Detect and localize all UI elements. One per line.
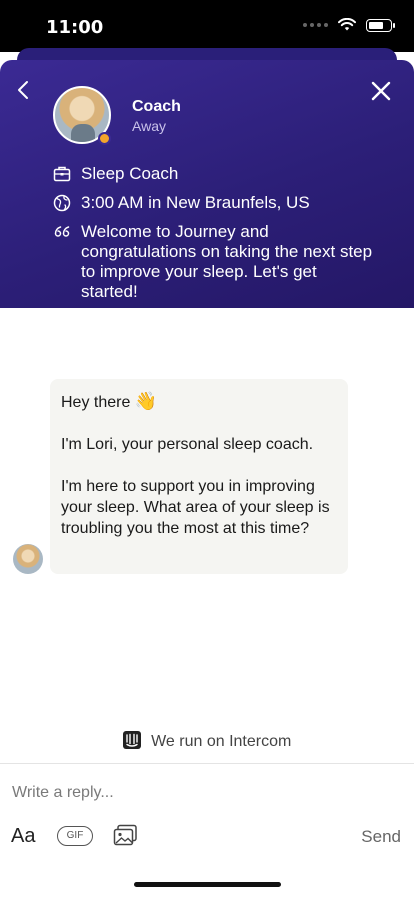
quote-icon [54, 226, 70, 237]
text-format-button[interactable]: Aa [11, 825, 35, 848]
coach-local-time: 3:00 AM in New Braunfels, US [81, 193, 310, 212]
gif-button[interactable]: GIF [57, 826, 93, 846]
conversation-header: Coach Away Sleep Coach 3:00 AM in New Br… [0, 60, 414, 308]
status-time: 11:00 [46, 17, 104, 38]
home-indicator [134, 882, 281, 887]
status-bar: 11:00 [0, 0, 414, 52]
away-status-dot [98, 132, 111, 145]
welcome-message: Welcome to Journey and congratulations o… [81, 222, 373, 301]
coach-name: Coach [132, 98, 181, 115]
powered-by-text: We run on Intercom [151, 733, 292, 750]
message-intro: I'm Lori, your personal sleep coach. [61, 436, 314, 453]
message-list[interactable]: Hey there 👋 I'm Lori, your personal slee… [0, 308, 414, 728]
composer-toolbar: Aa GIF Send [0, 822, 414, 852]
status-icons [303, 18, 395, 32]
local-time-row: 3:00 AM in New Braunfels, US [53, 193, 310, 213]
message-greeting: Hey there [61, 394, 131, 411]
wifi-icon [338, 18, 356, 31]
reply-input[interactable] [10, 778, 404, 808]
image-attach-icon[interactable] [113, 824, 139, 848]
briefcase-icon [53, 166, 71, 182]
sender-avatar [13, 544, 43, 574]
close-button[interactable] [370, 80, 392, 102]
coach-presence: Away [132, 118, 166, 134]
waving-hand-emoji: 👋 [134, 391, 158, 411]
message-question: I'm here to support you in improving you… [61, 478, 330, 537]
message-greeting-line: Hey there 👋 [61, 391, 338, 413]
message-bubble: Hey there 👋 I'm Lori, your personal slee… [50, 379, 348, 574]
battery-icon [366, 18, 395, 32]
composer-divider [0, 763, 414, 764]
role-row: Sleep Coach [53, 164, 178, 184]
globe-icon [53, 194, 71, 212]
intercom-logo-icon [122, 731, 141, 749]
send-button[interactable]: Send [361, 827, 401, 847]
back-button[interactable] [12, 78, 36, 102]
welcome-row: Welcome to Journey and congratulations o… [53, 222, 373, 302]
powered-by-intercom[interactable]: We run on Intercom [0, 731, 414, 751]
coach-role: Sleep Coach [81, 164, 179, 183]
signal-icon [303, 23, 328, 27]
